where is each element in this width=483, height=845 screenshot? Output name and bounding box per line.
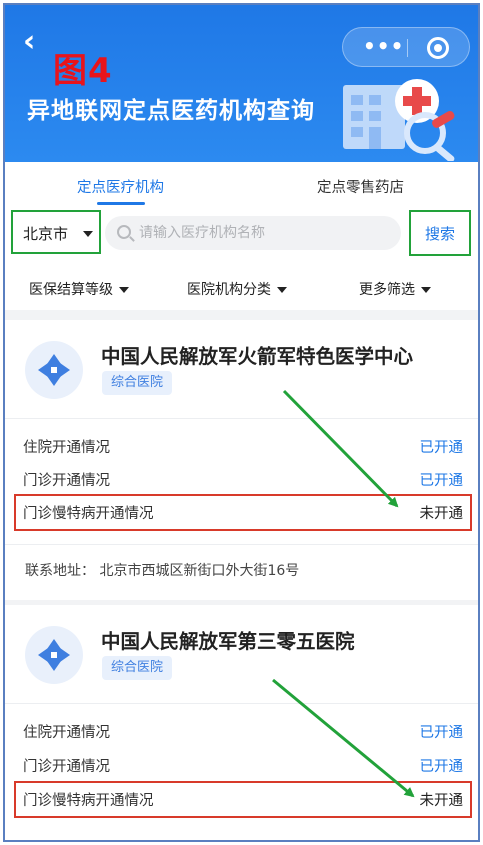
institution-type-tag: 综合医院 [102, 656, 173, 680]
filter-more[interactable]: 更多筛选 [359, 279, 431, 299]
status-row-inpatient: 住院开通情况 已开通 [23, 434, 463, 458]
institution-type-tag: 综合医院 [102, 371, 173, 395]
address-label: 联系地址： [25, 563, 95, 579]
status-label: 住院开通情况 [23, 440, 110, 456]
filter-label: 医保结算等级 [29, 282, 113, 298]
city-label: 北京市 [23, 225, 69, 243]
annotation-highlight-box [14, 494, 472, 531]
hospital-logo-icon [25, 626, 83, 684]
address-value: 北京市西城区新街口外大街16号 [99, 563, 300, 579]
status-value: 已开通 [419, 473, 464, 489]
city-selector[interactable]: 北京市 [11, 210, 101, 254]
search-button[interactable]: 搜索 [409, 210, 471, 256]
hospital-illustration-icon [343, 79, 455, 161]
tab-medical-institutions[interactable]: 定点医疗机构 [77, 176, 164, 197]
status-label: 门诊开通情况 [23, 759, 110, 775]
filter-settlement-level[interactable]: 医保结算等级 [29, 279, 129, 299]
status-row-inpatient: 住院开通情况 已开通 [23, 719, 463, 743]
filter-label: 更多筛选 [359, 282, 415, 298]
caret-down-icon [83, 231, 93, 237]
divider [5, 703, 478, 704]
phone-frame: ‹ 图4 ••• 异地联网定点医药机构查询 定点医疗机构 定点零售药店 北京市 … [3, 3, 480, 842]
tab-retail-pharmacies[interactable]: 定点零售药店 [317, 176, 404, 197]
filter-label: 医院机构分类 [187, 282, 271, 298]
status-row-outpatient: 门诊开通情况 已开通 [23, 467, 463, 491]
status-value: 已开通 [419, 759, 464, 775]
active-tab-indicator [97, 202, 145, 205]
caret-down-icon [277, 287, 287, 293]
institution-card[interactable]: 中国人民解放军火箭军特色医学中心 综合医院 住院开通情况 已开通 门诊开通情况 … [5, 320, 478, 600]
institution-name: 中国人民解放军火箭军特色医学中心 [101, 345, 414, 368]
status-value: 已开通 [419, 440, 464, 456]
status-label: 住院开通情况 [23, 725, 110, 741]
divider [5, 418, 478, 419]
more-dots-icon[interactable]: ••• [363, 36, 403, 57]
contact-address: 联系地址： 北京市西城区新街口外大街16号 [25, 560, 299, 580]
figure-label: 图4 [53, 51, 113, 91]
status-value: 已开通 [419, 725, 464, 741]
search-panel: 定点医疗机构 定点零售药店 北京市 搜索 医保结算等级 医院机构分类 更多筛选 [5, 162, 478, 310]
status-row-outpatient: 门诊开通情况 已开通 [23, 753, 463, 777]
caret-down-icon [119, 287, 129, 293]
institution-card[interactable]: 中国人民解放军第三零五医院 综合医院 住院开通情况 已开通 门诊开通情况 已开通… [5, 605, 478, 840]
page-title: 异地联网定点医药机构查询 [27, 98, 315, 124]
header-banner: ‹ 图4 ••• 异地联网定点医药机构查询 [5, 5, 478, 162]
target-circle-icon[interactable] [427, 37, 449, 59]
search-field[interactable] [105, 216, 401, 250]
chevron-left-icon[interactable]: ‹ [23, 27, 43, 57]
status-label: 门诊开通情况 [23, 473, 110, 489]
divider [5, 544, 478, 545]
institution-name: 中国人民解放军第三零五医院 [101, 630, 355, 653]
hospital-logo-icon [25, 341, 83, 399]
capsule-divider [407, 39, 408, 57]
mini-program-capsule: ••• [342, 27, 470, 67]
search-input[interactable] [139, 222, 389, 244]
caret-down-icon [421, 287, 431, 293]
search-icon [117, 225, 131, 239]
annotation-highlight-box [14, 781, 472, 818]
filter-institution-category[interactable]: 医院机构分类 [187, 279, 287, 299]
